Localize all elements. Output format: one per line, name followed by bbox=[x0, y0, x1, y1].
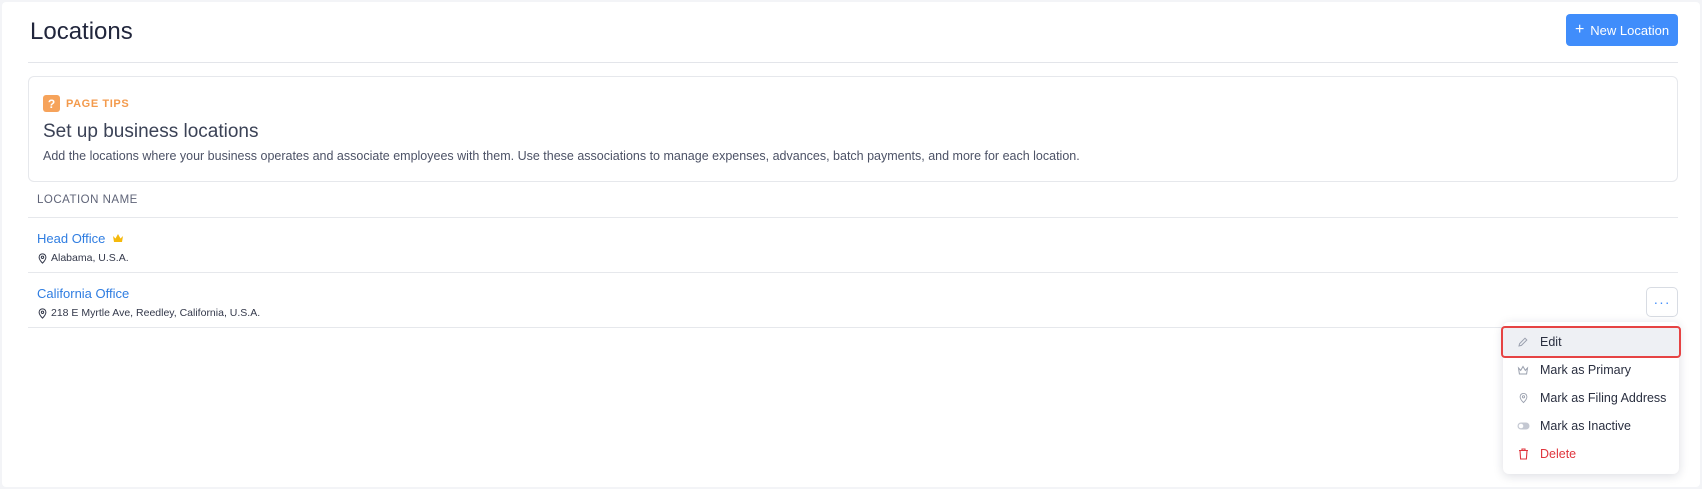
location-address: 218 E Myrtle Ave, Reedley, California, U… bbox=[37, 307, 260, 319]
page-tips-tag: ? PAGE TIPS bbox=[43, 95, 129, 112]
menu-item-label: Edit bbox=[1540, 335, 1562, 349]
location-address: Alabama, U.S.A. bbox=[37, 252, 129, 264]
new-location-button[interactable]: + New Location bbox=[1566, 14, 1678, 46]
location-name-link[interactable]: California Office bbox=[37, 286, 129, 301]
location-pin-icon bbox=[38, 307, 47, 319]
table-row: Head Office Alabama, U.S.A. bbox=[28, 218, 1678, 271]
more-actions-button[interactable]: ··· bbox=[1646, 287, 1678, 317]
page-header: Locations + New Location bbox=[28, 2, 1678, 63]
page-tips-panel: ? PAGE TIPS Set up business locations Ad… bbox=[28, 76, 1678, 182]
new-location-label: New Location bbox=[1590, 22, 1670, 38]
actions-dropdown-menu: Edit Mark as Primary Mark as Filing Addr… bbox=[1501, 322, 1681, 474]
menu-item-label: Mark as Filing Address bbox=[1540, 391, 1667, 405]
menu-item-mark-primary[interactable]: Mark as Primary bbox=[1503, 356, 1679, 384]
plus-icon: + bbox=[1574, 21, 1585, 38]
location-name-text: California Office bbox=[37, 286, 130, 301]
toggle-icon bbox=[1516, 419, 1530, 433]
page-tips-description: Add the locations where your business op… bbox=[43, 149, 1080, 163]
page-title: Locations bbox=[30, 18, 133, 45]
table-row: California Office 218 E Myrtle Ave, Reed… bbox=[28, 273, 1678, 326]
location-address-text: Alabama, U.S.A. bbox=[51, 252, 129, 264]
pencil-icon bbox=[1516, 335, 1530, 349]
location-name-link[interactable]: Head Office bbox=[37, 231, 124, 247]
location-address-text: 218 E Myrtle Ave, Reedley, California, U… bbox=[51, 307, 261, 319]
menu-item-mark-filing-address[interactable]: Mark as Filing Address bbox=[1503, 384, 1679, 412]
menu-item-delete[interactable]: Delete bbox=[1503, 440, 1679, 468]
menu-item-label: Mark as Inactive bbox=[1540, 419, 1632, 433]
more-dots-icon: ··· bbox=[1653, 294, 1671, 310]
question-icon: ? bbox=[43, 95, 60, 112]
menu-item-mark-inactive[interactable]: Mark as Inactive bbox=[1503, 412, 1679, 440]
trash-icon bbox=[1516, 447, 1530, 461]
page-tips-label: PAGE TIPS bbox=[66, 97, 130, 110]
menu-item-label: Delete bbox=[1540, 447, 1577, 461]
column-header-location-name: LOCATION NAME bbox=[37, 194, 138, 206]
location-pin-icon bbox=[1516, 391, 1530, 405]
page-tips-title: Set up business locations bbox=[43, 121, 259, 142]
menu-item-edit[interactable]: Edit bbox=[1501, 326, 1681, 358]
primary-crown-icon bbox=[112, 232, 124, 247]
menu-item-label: Mark as Primary bbox=[1540, 363, 1631, 377]
page: Locations + New Location ? PAGE TIPS Set… bbox=[2, 2, 1700, 487]
location-name-text: Head Office bbox=[37, 231, 106, 246]
crown-icon bbox=[1516, 363, 1530, 377]
location-pin-icon bbox=[38, 252, 47, 264]
table-divider bbox=[28, 327, 1678, 328]
